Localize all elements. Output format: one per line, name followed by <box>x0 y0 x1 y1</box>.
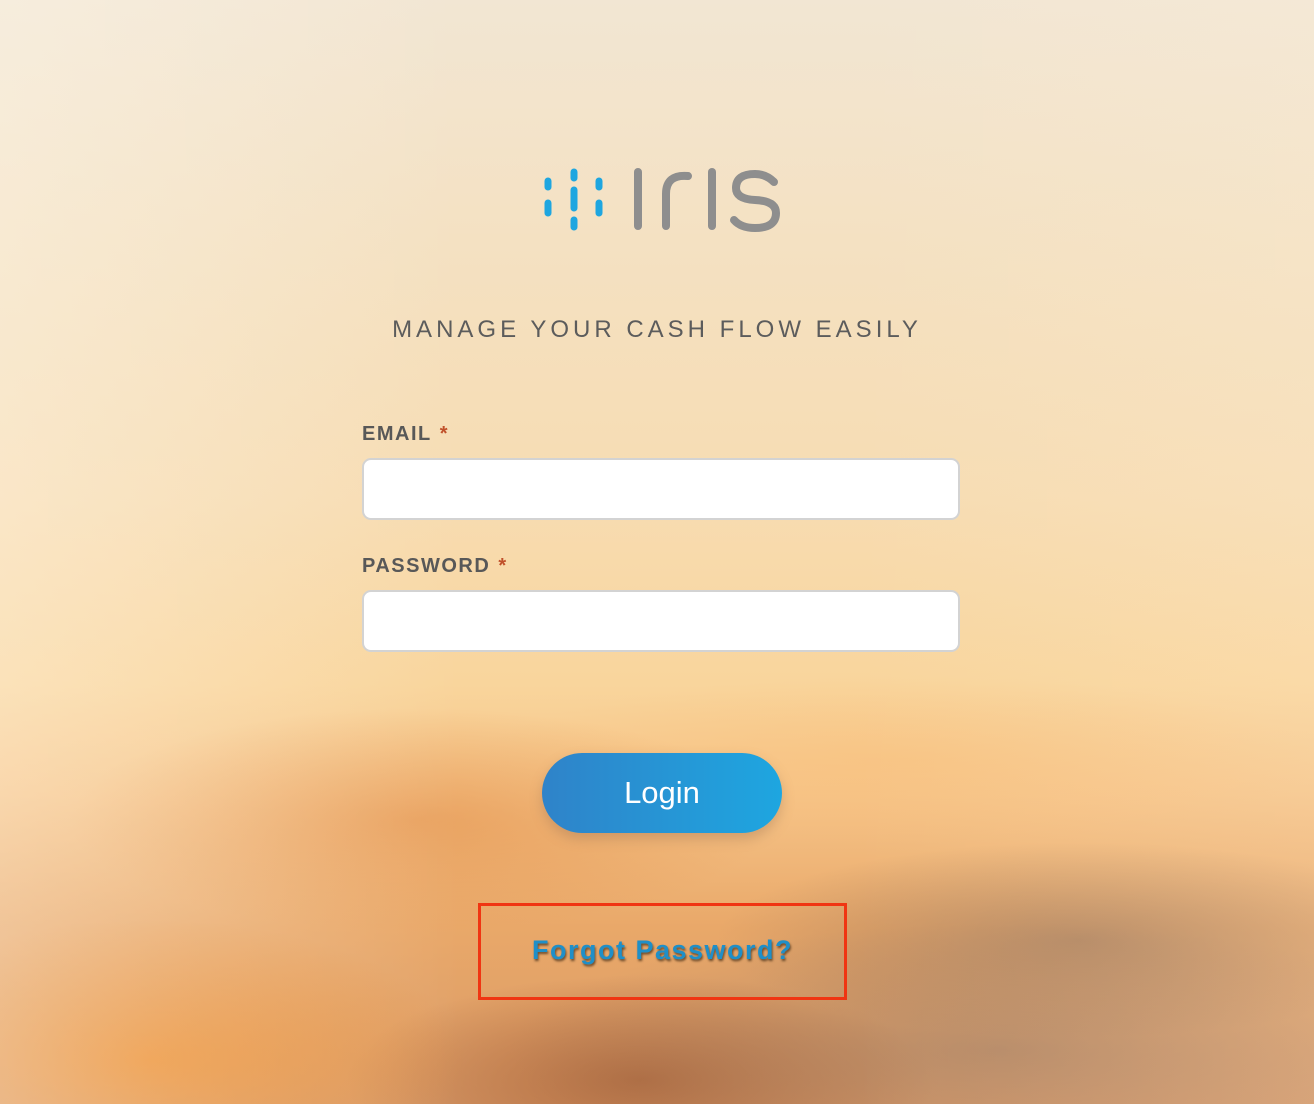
forgot-password-link[interactable]: Forgot Password? <box>478 935 847 966</box>
password-label: PASSWORD * <box>362 555 508 578</box>
iris-logo <box>544 168 780 232</box>
logo-wordmark <box>634 168 780 232</box>
required-asterisk: * <box>439 423 450 445</box>
required-asterisk: * <box>498 555 508 577</box>
email-label-text: EMAIL <box>362 423 432 445</box>
password-label-text: PASSWORD <box>362 555 491 577</box>
login-button[interactable]: Login <box>542 753 782 833</box>
password-input[interactable] <box>362 590 960 652</box>
email-label: EMAIL * <box>362 423 449 446</box>
email-input[interactable] <box>362 458 960 520</box>
logo-mark-icon <box>544 168 603 231</box>
tagline: MANAGE YOUR CASH FLOW EASILY <box>392 316 922 343</box>
